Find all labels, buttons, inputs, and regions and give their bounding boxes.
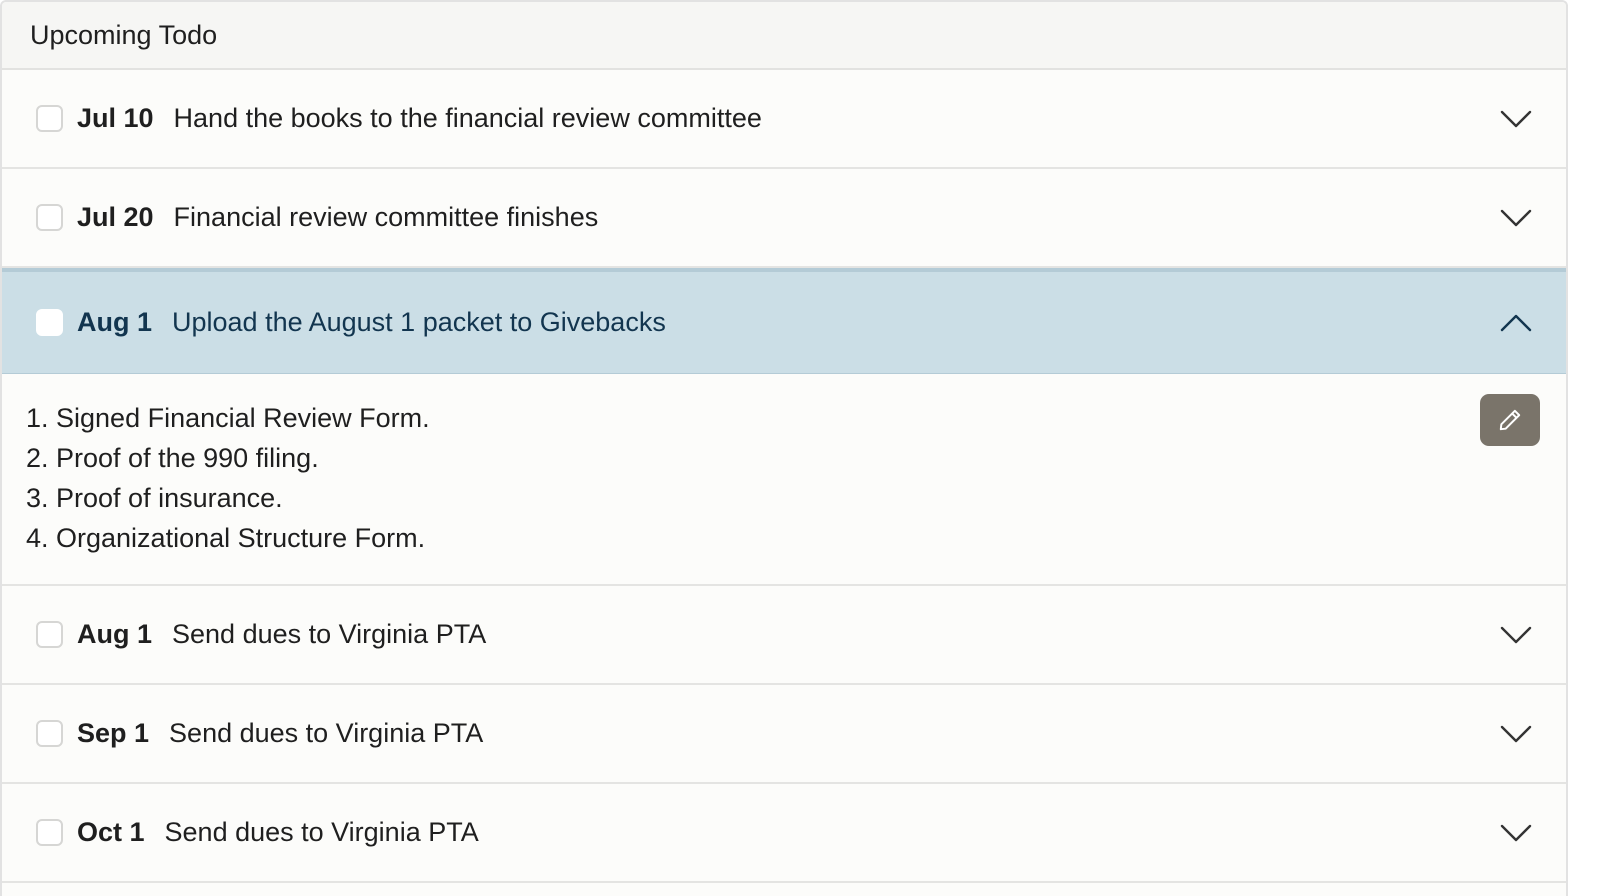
todo-row[interactable]: Jul 10 Hand the books to the financial r… xyxy=(2,70,1566,169)
chevron-down-icon[interactable] xyxy=(1500,625,1532,645)
chevron-down-icon[interactable] xyxy=(1500,208,1532,228)
todo-date: Aug 1 xyxy=(77,307,153,337)
todo-title: Hand the books to the financial review c… xyxy=(173,103,762,133)
todo-details: 1. Signed Financial Review Form. 2. Proo… xyxy=(2,374,1566,586)
todo-title: Send dues to Virginia PTA xyxy=(172,619,487,649)
todo-checkbox[interactable] xyxy=(36,309,63,336)
upcoming-todo-panel: Upcoming Todo Jul 10 Hand the books to t… xyxy=(0,0,1568,896)
todo-title: Upload the August 1 packet to Givebacks xyxy=(172,307,666,337)
edit-button[interactable] xyxy=(1480,394,1540,446)
todo-checkbox[interactable] xyxy=(36,720,63,747)
todo-row[interactable]: Aug 1 Send dues to Virginia PTA xyxy=(2,586,1566,685)
detail-item: 3. Proof of insurance. xyxy=(26,483,283,513)
chevron-up-icon[interactable] xyxy=(1500,313,1532,333)
todo-date: Jul 20 xyxy=(77,202,154,232)
todo-date: Aug 1 xyxy=(77,619,153,649)
pencil-icon xyxy=(1499,409,1521,431)
todo-checkbox[interactable] xyxy=(36,819,63,846)
chevron-down-icon[interactable] xyxy=(1500,724,1532,744)
todo-title: Send dues to Virginia PTA xyxy=(164,817,479,847)
todo-row[interactable]: Oct 1 Send dues to Virginia PTA xyxy=(2,784,1566,883)
detail-item: 1. Signed Financial Review Form. xyxy=(26,403,430,433)
todo-checkbox[interactable] xyxy=(36,621,63,648)
chevron-down-icon[interactable] xyxy=(1500,823,1532,843)
todo-date: Sep 1 xyxy=(77,718,150,748)
todo-row[interactable]: Jul 20 Financial review committee finish… xyxy=(2,169,1566,268)
panel-title: Upcoming Todo xyxy=(2,2,1566,70)
todo-title: Financial review committee finishes xyxy=(173,202,599,232)
todo-row[interactable]: Sep 1 Send dues to Virginia PTA xyxy=(2,685,1566,784)
todo-title: Send dues to Virginia PTA xyxy=(169,718,484,748)
todo-checkbox[interactable] xyxy=(36,204,63,231)
todo-date: Oct 1 xyxy=(77,817,145,847)
chevron-down-icon[interactable] xyxy=(1500,109,1532,129)
todo-checkbox[interactable] xyxy=(36,105,63,132)
detail-item: 4. Organizational Structure Form. xyxy=(26,523,426,553)
detail-item: 2. Proof of the 990 filing. xyxy=(26,443,319,473)
todo-row-expanded[interactable]: Aug 1 Upload the August 1 packet to Give… xyxy=(2,268,1566,374)
todo-date: Jul 10 xyxy=(77,103,154,133)
